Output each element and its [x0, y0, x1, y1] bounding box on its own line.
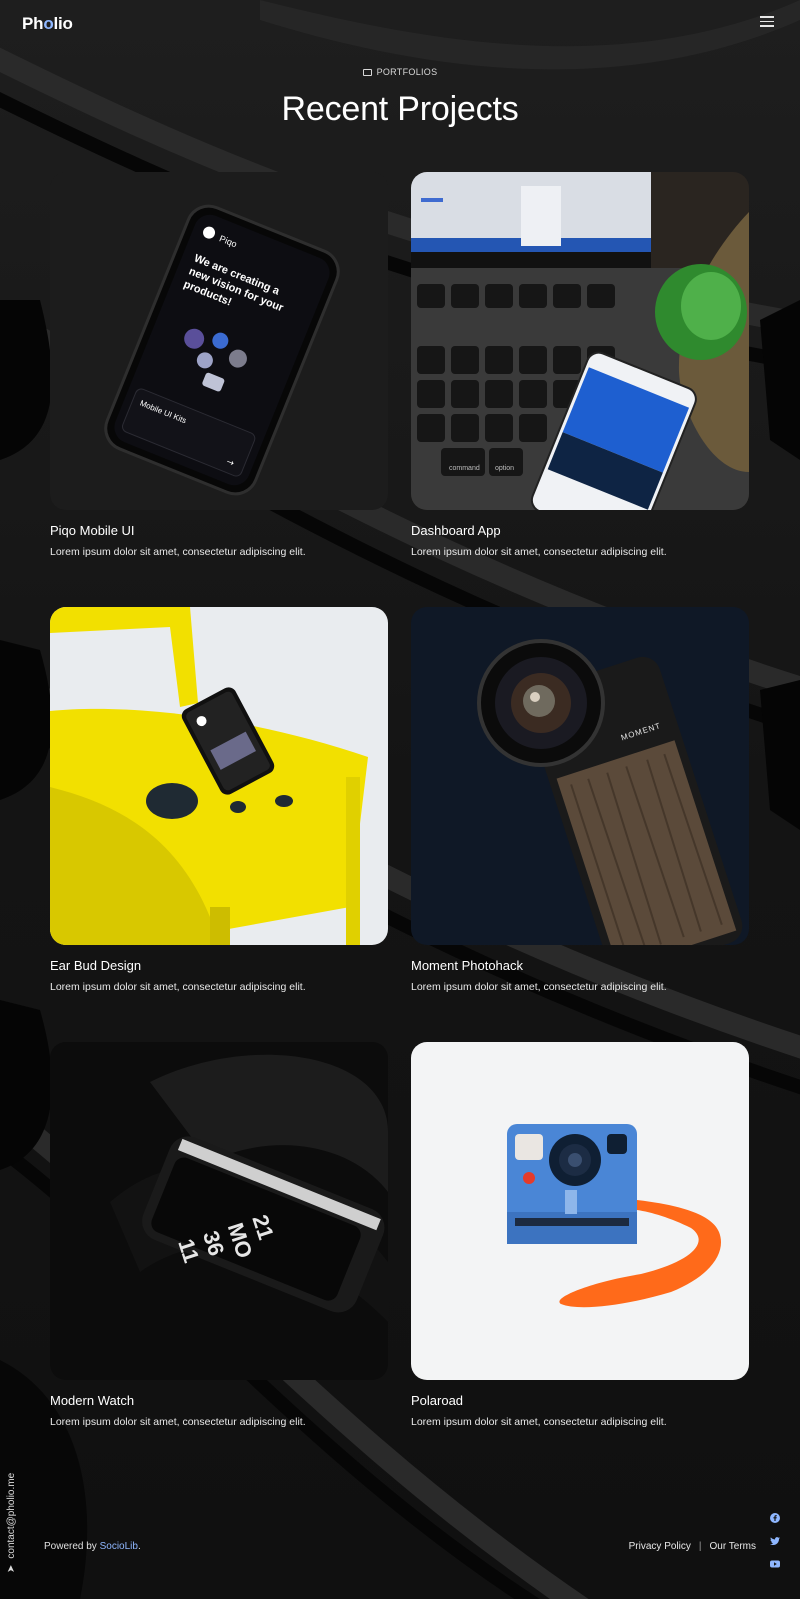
project-title[interactable]: Polaroad: [411, 1393, 749, 1408]
project-image-earbud[interactable]: [50, 607, 388, 945]
powered-by-prefix: Powered by: [44, 1541, 100, 1552]
project-card-piqo[interactable]: Piqo We are creating a new vision for yo…: [50, 172, 388, 558]
menu-line: [760, 20, 774, 22]
contact-email-text: contact@pholio.me: [6, 1472, 17, 1559]
project-card-polaroad[interactable]: Polaroad Lorem ipsum dolor sit amet, con…: [411, 1042, 749, 1428]
project-image-piqo[interactable]: Piqo We are creating a new vision for yo…: [50, 172, 388, 510]
key-command-label: command: [449, 465, 480, 472]
footer-links: Privacy Policy | Our Terms: [629, 1541, 756, 1552]
send-icon: ➤: [6, 1564, 17, 1573]
project-title[interactable]: Moment Photohack: [411, 958, 749, 973]
yellow-chair-illustration: [50, 607, 388, 945]
folder-icon: [362, 69, 372, 76]
page-title: Recent Projects: [281, 90, 519, 128]
contact-email-link[interactable]: ➤ contact@pholio.me: [6, 1453, 17, 1573]
project-title[interactable]: Dashboard App: [411, 523, 749, 538]
project-description: Lorem ipsum dolor sit amet, consectetur …: [50, 981, 306, 993]
portfolio-page: Pholio PORTFOLIOS Recent Projects Piqo W…: [0, 0, 800, 1599]
powered-by-suffix: .: [137, 1541, 141, 1552]
phone-illustration: Piqo We are creating a new vision for yo…: [50, 172, 388, 510]
project-description: Lorem ipsum dolor sit amet, consectetur …: [411, 546, 667, 558]
twitter-icon[interactable]: [770, 1536, 780, 1546]
project-card-dashboard[interactable]: command option Dashboard App Lorem ipsum…: [411, 172, 749, 558]
project-description: Lorem ipsum dolor sit amet, consectetur …: [50, 546, 306, 558]
project-description: Lorem ipsum dolor sit amet, consectetur …: [411, 1416, 667, 1428]
key-option-label: option: [495, 465, 514, 472]
terms-link[interactable]: Our Terms: [710, 1541, 757, 1552]
project-card-moment[interactable]: MOMENT Moment Photohack Lorem ipsum dolo…: [411, 607, 749, 993]
project-title[interactable]: Ear Bud Design: [50, 958, 388, 973]
menu-line: [760, 25, 774, 27]
project-description: Lorem ipsum dolor sit amet, consectetur …: [411, 981, 667, 993]
sociolib-link[interactable]: SocioLib: [100, 1541, 138, 1552]
powered-by: Powered by SocioLib.: [44, 1541, 141, 1552]
section-tag: PORTFOLIOS: [0, 67, 800, 77]
youtube-icon[interactable]: [770, 1559, 780, 1569]
laptop-keyboard-illustration: command option: [411, 172, 749, 510]
project-title[interactable]: Modern Watch: [50, 1393, 388, 1408]
project-image-polaroad[interactable]: [411, 1042, 749, 1380]
site-logo[interactable]: Pholio: [22, 14, 73, 34]
menu-line: [760, 16, 774, 18]
lens-phone-case-illustration: MOMENT: [411, 607, 749, 945]
logo-text-prefix: Ph: [22, 14, 44, 33]
project-card-earbud[interactable]: Ear Bud Design Lorem ipsum dolor sit ame…: [50, 607, 388, 993]
logo-text-accent: o: [43, 14, 54, 33]
project-title[interactable]: Piqo Mobile UI: [50, 523, 388, 538]
project-image-dashboard[interactable]: command option: [411, 172, 749, 510]
instant-camera-illustration: [411, 1042, 749, 1380]
project-description: Lorem ipsum dolor sit amet, consectetur …: [50, 1416, 306, 1428]
logo-text-suffix: lio: [53, 14, 73, 33]
hamburger-menu-icon[interactable]: [760, 16, 774, 27]
project-image-watch[interactable]: 11 36 MO 21: [50, 1042, 388, 1380]
facebook-icon[interactable]: [770, 1513, 780, 1523]
smartwatch-illustration: 11 36 MO 21: [50, 1042, 388, 1380]
footer-separator: |: [698, 1541, 702, 1552]
project-card-watch[interactable]: 11 36 MO 21 Modern Watch Lorem ipsum dol…: [50, 1042, 388, 1428]
privacy-policy-link[interactable]: Privacy Policy: [629, 1541, 691, 1552]
section-tag-label: PORTFOLIOS: [376, 67, 438, 77]
project-image-moment[interactable]: MOMENT: [411, 607, 749, 945]
